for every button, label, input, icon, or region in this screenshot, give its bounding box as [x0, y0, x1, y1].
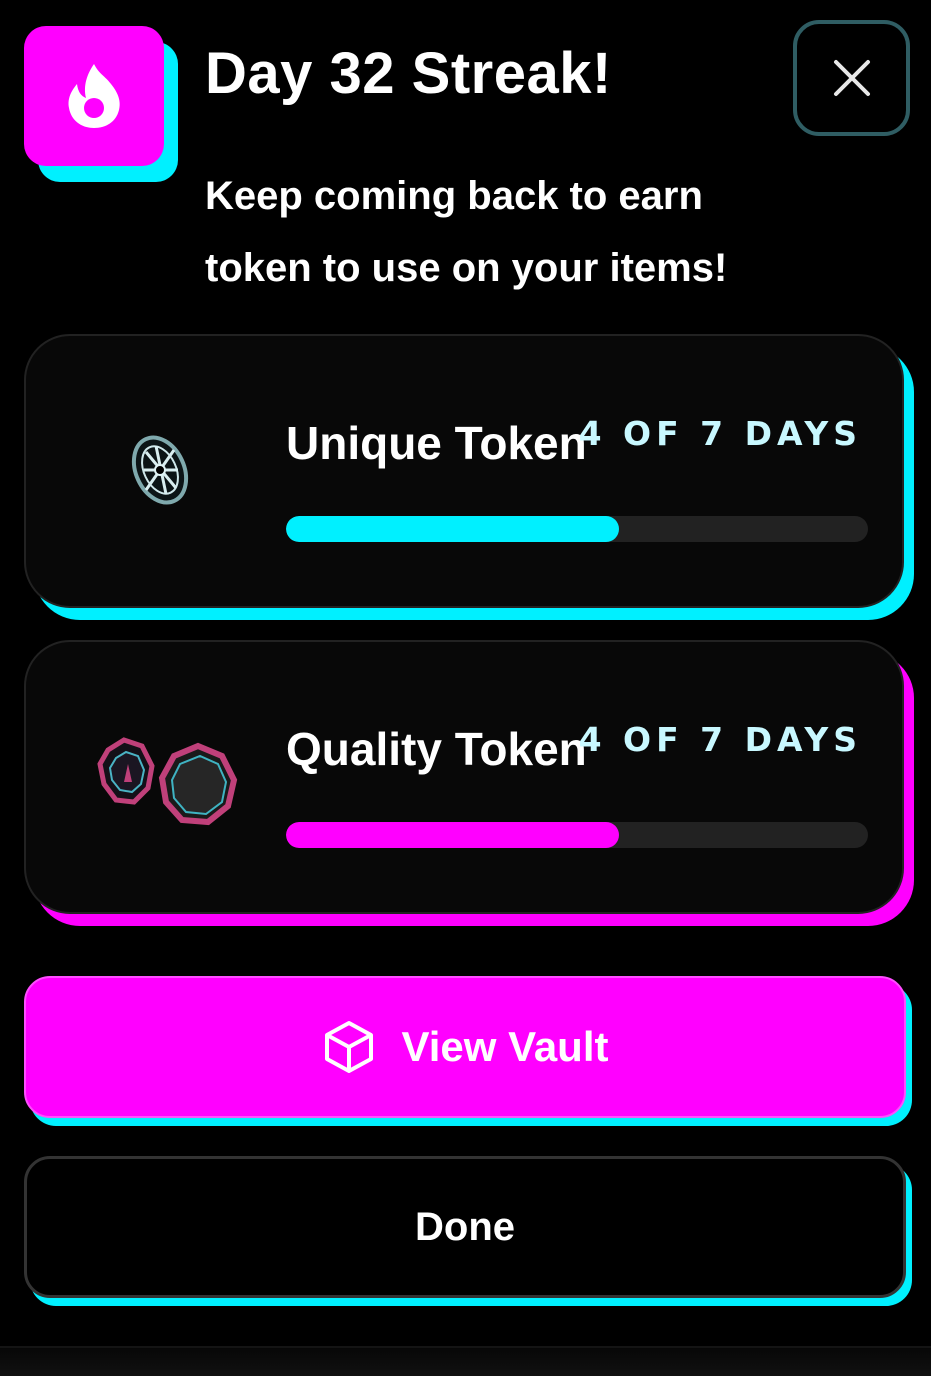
unique-token-icon [86, 416, 246, 536]
close-icon [833, 60, 870, 96]
token-name: Quality Token [286, 723, 587, 775]
token-progress-fill [286, 822, 619, 848]
token-progress-bar [286, 822, 868, 848]
done-button[interactable]: Done [24, 1156, 906, 1298]
streak-modal: Day 32 Streak! Keep coming back to earn … [0, 0, 931, 1376]
done-label: Done [415, 1204, 515, 1249]
view-vault-button[interactable]: View Vault [24, 976, 906, 1118]
streak-title: Day 32 Streak! [205, 41, 612, 106]
quality-token-card: Quality Token 4 OF 7 DAYS [24, 640, 904, 914]
view-vault-label: View Vault [401, 1023, 609, 1070]
token-days-label: 4 OF 7 DAYS [578, 720, 862, 759]
cube-icon [324, 1021, 373, 1073]
quality-token-icon [86, 722, 246, 842]
streak-subtitle: Keep coming back to earn token to use on… [205, 174, 728, 290]
flame-icon [68, 64, 120, 128]
token-days-label: 4 OF 7 DAYS [578, 414, 862, 453]
close-button[interactable] [793, 20, 910, 136]
modal-bottom-edge [0, 1346, 931, 1376]
streak-badge [24, 26, 164, 166]
token-progress-fill [286, 516, 619, 542]
unique-token-card: Unique Token 4 OF 7 DAYS [24, 334, 904, 608]
token-progress-bar [286, 516, 868, 542]
token-name: Unique Token [286, 417, 587, 469]
